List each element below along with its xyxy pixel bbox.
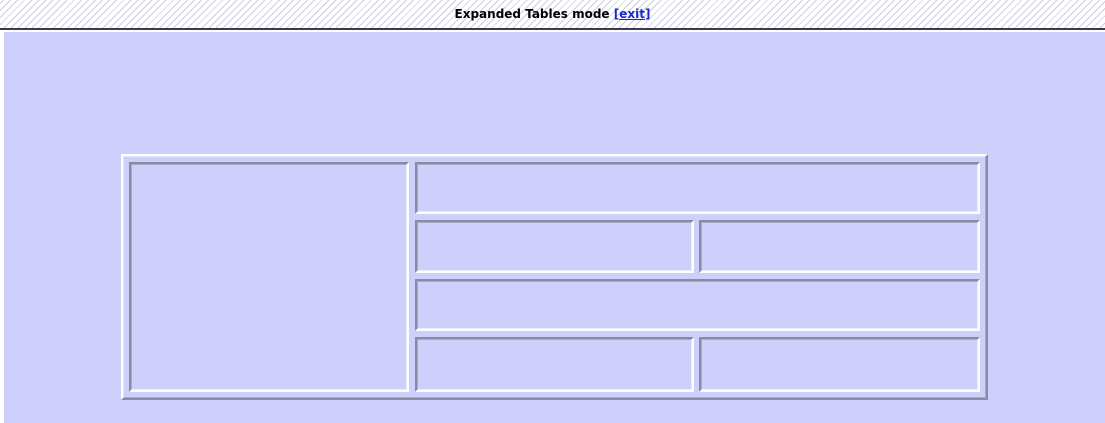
- table-cell-row1[interactable]: [415, 162, 980, 214]
- page-canvas: [4, 32, 1105, 423]
- layout-table: [121, 154, 988, 400]
- expanded-tables-banner: Expanded Tables mode [exit]: [0, 0, 1105, 30]
- table-cell-row2-left[interactable]: [415, 220, 694, 273]
- exit-link[interactable]: [exit]: [614, 7, 651, 21]
- mode-label: Expanded Tables mode: [454, 7, 610, 21]
- table-cell-row2-right[interactable]: [699, 220, 980, 273]
- table-cell-row3[interactable]: [415, 279, 980, 331]
- table-cell-row4-left[interactable]: [415, 337, 694, 392]
- table-cell-row4-right[interactable]: [699, 337, 980, 392]
- table-cell-left[interactable]: [129, 162, 409, 392]
